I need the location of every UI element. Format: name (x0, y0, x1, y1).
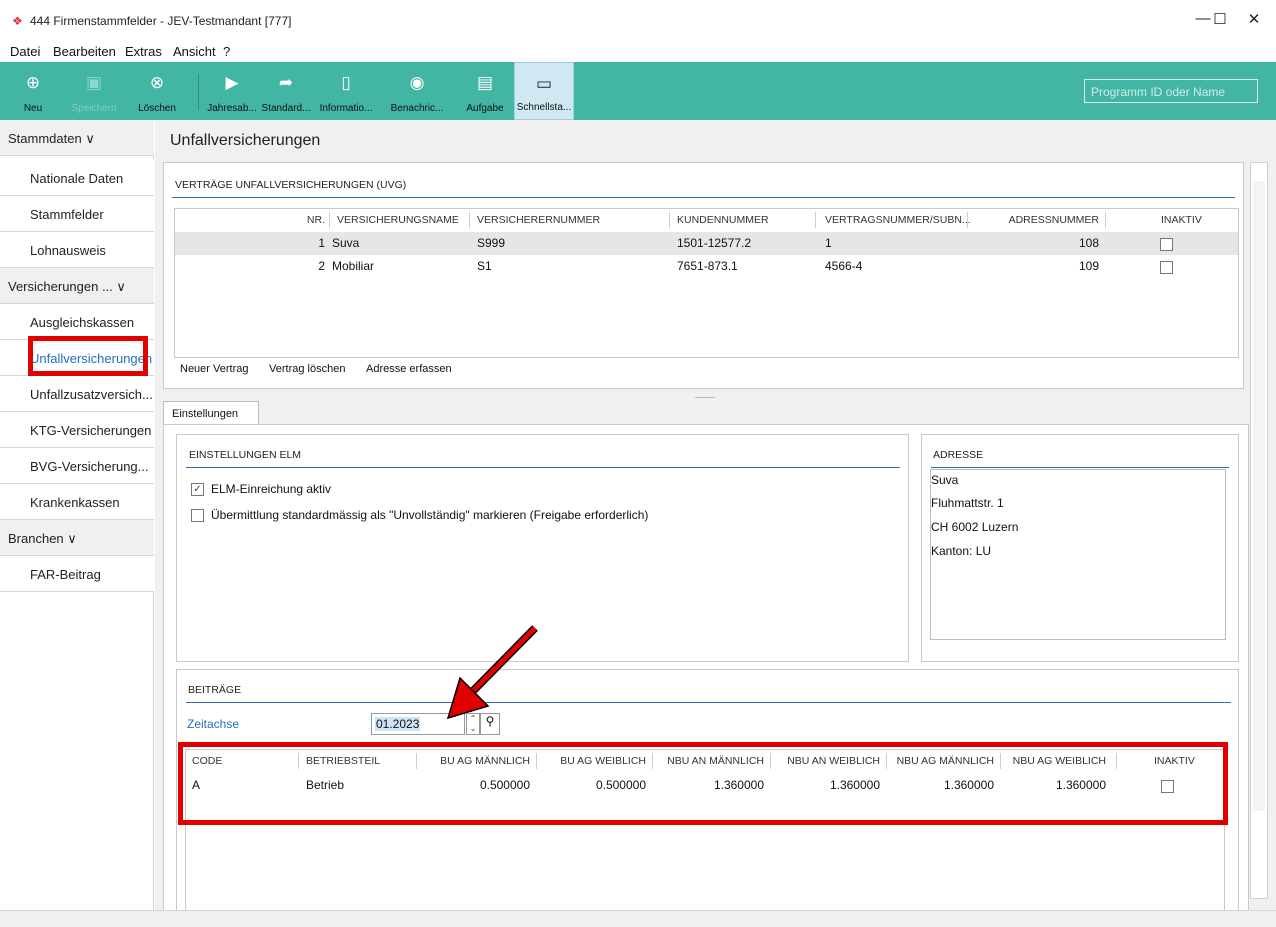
standard-button[interactable]: ➦ Standard... (258, 62, 314, 120)
column-header[interactable]: ADRESSNUMMER (975, 209, 1099, 231)
sidebar-item-bvg-versicherungen[interactable]: BVG-Versicherung... (0, 448, 154, 484)
menu-bar: Datei Bearbeiten Extras Ansicht ? (0, 40, 1276, 62)
maximize-button[interactable]: ☐ (1205, 10, 1235, 34)
close-button[interactable]: ✕ (1239, 10, 1269, 34)
sidebar-group-stammdaten[interactable]: Stammdaten ∨ (0, 120, 154, 156)
chevron-down-icon: ∨ (67, 531, 77, 546)
column-separator (469, 212, 470, 228)
section-underline (186, 467, 900, 468)
contracts-panel: VERTRÄGE UNFALLVERSICHERUNGEN (UVG) NR. … (163, 162, 1244, 389)
contracts-table: NR. VERSICHERUNGSNAME VERSICHERERNUMMER … (174, 208, 1239, 358)
tab-einstellungen[interactable]: Einstellungen (163, 401, 259, 425)
address-line: Suva (931, 473, 959, 487)
address-line: CH 6002 Luzern (931, 520, 1019, 534)
program-search-input[interactable]: Programm ID oder Name (1084, 79, 1258, 103)
menu-help[interactable]: ? (223, 44, 230, 59)
delete-contract-link[interactable]: Vertrag löschen (269, 363, 345, 375)
address-display: Suva Fluhmattstr. 1 CH 6002 Luzern Kanto… (930, 469, 1226, 640)
sidebar-item-ktg-versicherungen[interactable]: KTG-Versicherungen (0, 412, 154, 448)
zeitachse-label: Zeitachse (187, 717, 240, 731)
new-contract-link[interactable]: Neuer Vertrag (180, 363, 248, 375)
vertical-scrollbar[interactable] (1250, 162, 1268, 899)
address-line: Kanton: LU (931, 544, 992, 558)
incomplete-checkbox[interactable] (191, 509, 204, 522)
save-icon: ▣ (85, 73, 103, 92)
splitter-handle[interactable] (695, 397, 715, 398)
sidebar-item-unfallzusatzversicherungen[interactable]: Unfallzusatzversich... (0, 376, 154, 412)
column-separator (329, 212, 330, 228)
column-header[interactable]: KUNDENNUMMER (677, 209, 807, 231)
highlight-box-contributions (178, 742, 1228, 825)
column-separator (669, 212, 670, 228)
chevron-down-icon: ∨ (85, 131, 95, 146)
menu-extras[interactable]: Extras (125, 44, 162, 59)
status-bar (0, 910, 1276, 927)
quickstart-icon: ▭ (535, 74, 553, 93)
address-section-title: ADRESSE (933, 449, 984, 461)
column-separator (967, 212, 968, 228)
inactive-checkbox[interactable] (1160, 238, 1173, 251)
menu-datei[interactable]: Datei (10, 44, 40, 59)
column-header[interactable]: VERSICHERERNUMMER (477, 209, 667, 231)
delete-icon: ⊗ (149, 73, 165, 92)
share-arrow-icon: ➦ (278, 73, 294, 92)
contributions-section-title: BEITRÄGE (188, 684, 242, 696)
annotation-arrow (446, 625, 538, 720)
section-underline (172, 197, 1235, 198)
zeitachse-value: 01.2023 (375, 717, 421, 731)
title-bar: ❖ 444 Firmenstammfelder - JEV-Testmandan… (0, 0, 1276, 40)
notification-button[interactable]: ◉ Benachric... (378, 62, 456, 120)
save-button[interactable]: ▣ Speichern (64, 62, 124, 120)
menu-bearbeiten[interactable]: Bearbeiten (53, 44, 116, 59)
sidebar-group-branchen[interactable]: Branchen ∨ (0, 520, 154, 556)
task-icon: ▤ (476, 73, 494, 92)
menu-ansicht[interactable]: Ansicht (173, 44, 216, 59)
column-separator (1105, 212, 1106, 228)
sidebar-item-ausgleichskassen[interactable]: Ausgleichskassen (0, 304, 154, 340)
column-header[interactable]: NR. (275, 209, 325, 231)
notification-icon: ◉ (409, 73, 425, 92)
document-icon: ▯ (341, 73, 351, 92)
inactive-checkbox[interactable] (1160, 261, 1173, 274)
new-icon: ⊕ (25, 73, 41, 92)
toolbar-separator (198, 74, 199, 110)
chevron-down-icon: ∨ (116, 279, 126, 294)
new-button[interactable]: ⊕ Neu (14, 62, 52, 120)
column-header[interactable]: INAKTIV (1161, 209, 1221, 231)
section-underline (931, 467, 1229, 468)
page-title: Unfallversicherungen (170, 132, 321, 149)
information-button[interactable]: ▯ Informatio... (315, 62, 377, 120)
delete-button[interactable]: ⊗ Löschen (132, 62, 182, 120)
column-separator (815, 212, 816, 228)
elm-active-checkbox[interactable]: ✓ (191, 483, 204, 496)
task-button[interactable]: ▤ Aufgabe (460, 62, 510, 120)
sidebar-item-far-beitrag[interactable]: FAR-Beitrag (0, 556, 154, 592)
app-icon: ❖ (12, 14, 23, 28)
elm-section-title: EINSTELLUNGEN ELM (189, 449, 302, 461)
sidebar-item-lohnausweis[interactable]: Lohnausweis (0, 232, 154, 268)
sidebar-group-versicherungen[interactable]: Versicherungen ... ∨ (0, 268, 154, 304)
incomplete-label: Übermittlung standardmässig als "Unvolls… (211, 508, 649, 522)
play-icon: ▶ (225, 73, 239, 92)
table-row[interactable]: 2 Mobiliar S1 7651-873.1 4566-4 109 (175, 255, 1238, 278)
sidebar-item-nationale-daten[interactable]: Nationale Daten (0, 160, 154, 196)
scrollbar-thumb[interactable] (1253, 181, 1265, 811)
jahresabschluss-button[interactable]: ▶ Jahresab... (206, 62, 258, 120)
table-row[interactable]: 1 Suva S999 1501-12577.2 1 108 (175, 232, 1238, 255)
toolbar: ⊕ Neu ▣ Speichern ⊗ Löschen ▶ Jahresab..… (0, 62, 1276, 120)
highlight-box-sidebar (28, 336, 148, 376)
elm-active-label: ELM-Einreichung aktiv (211, 482, 332, 496)
column-header[interactable]: VERSICHERUNGSNAME (337, 209, 467, 231)
column-header[interactable]: VERTRAGSNUMMER/SUBN... (825, 209, 971, 231)
sidebar-item-krankenkassen[interactable]: Krankenkassen (0, 484, 154, 520)
add-address-link[interactable]: Adresse erfassen (366, 363, 452, 375)
section-underline (186, 702, 1231, 703)
window-title: 444 Firmenstammfelder - JEV-Testmandant … (30, 14, 292, 28)
contracts-section-title: VERTRÄGE UNFALLVERSICHERUNGEN (UVG) (175, 179, 407, 191)
sidebar: Stammdaten ∨ Nationale Daten Stammfelder… (0, 120, 154, 910)
sidebar-item-stammfelder[interactable]: Stammfelder (0, 196, 154, 232)
address-line: Fluhmattstr. 1 (931, 496, 1004, 510)
quickstart-button[interactable]: ▭ Schnellsta... (514, 62, 574, 120)
